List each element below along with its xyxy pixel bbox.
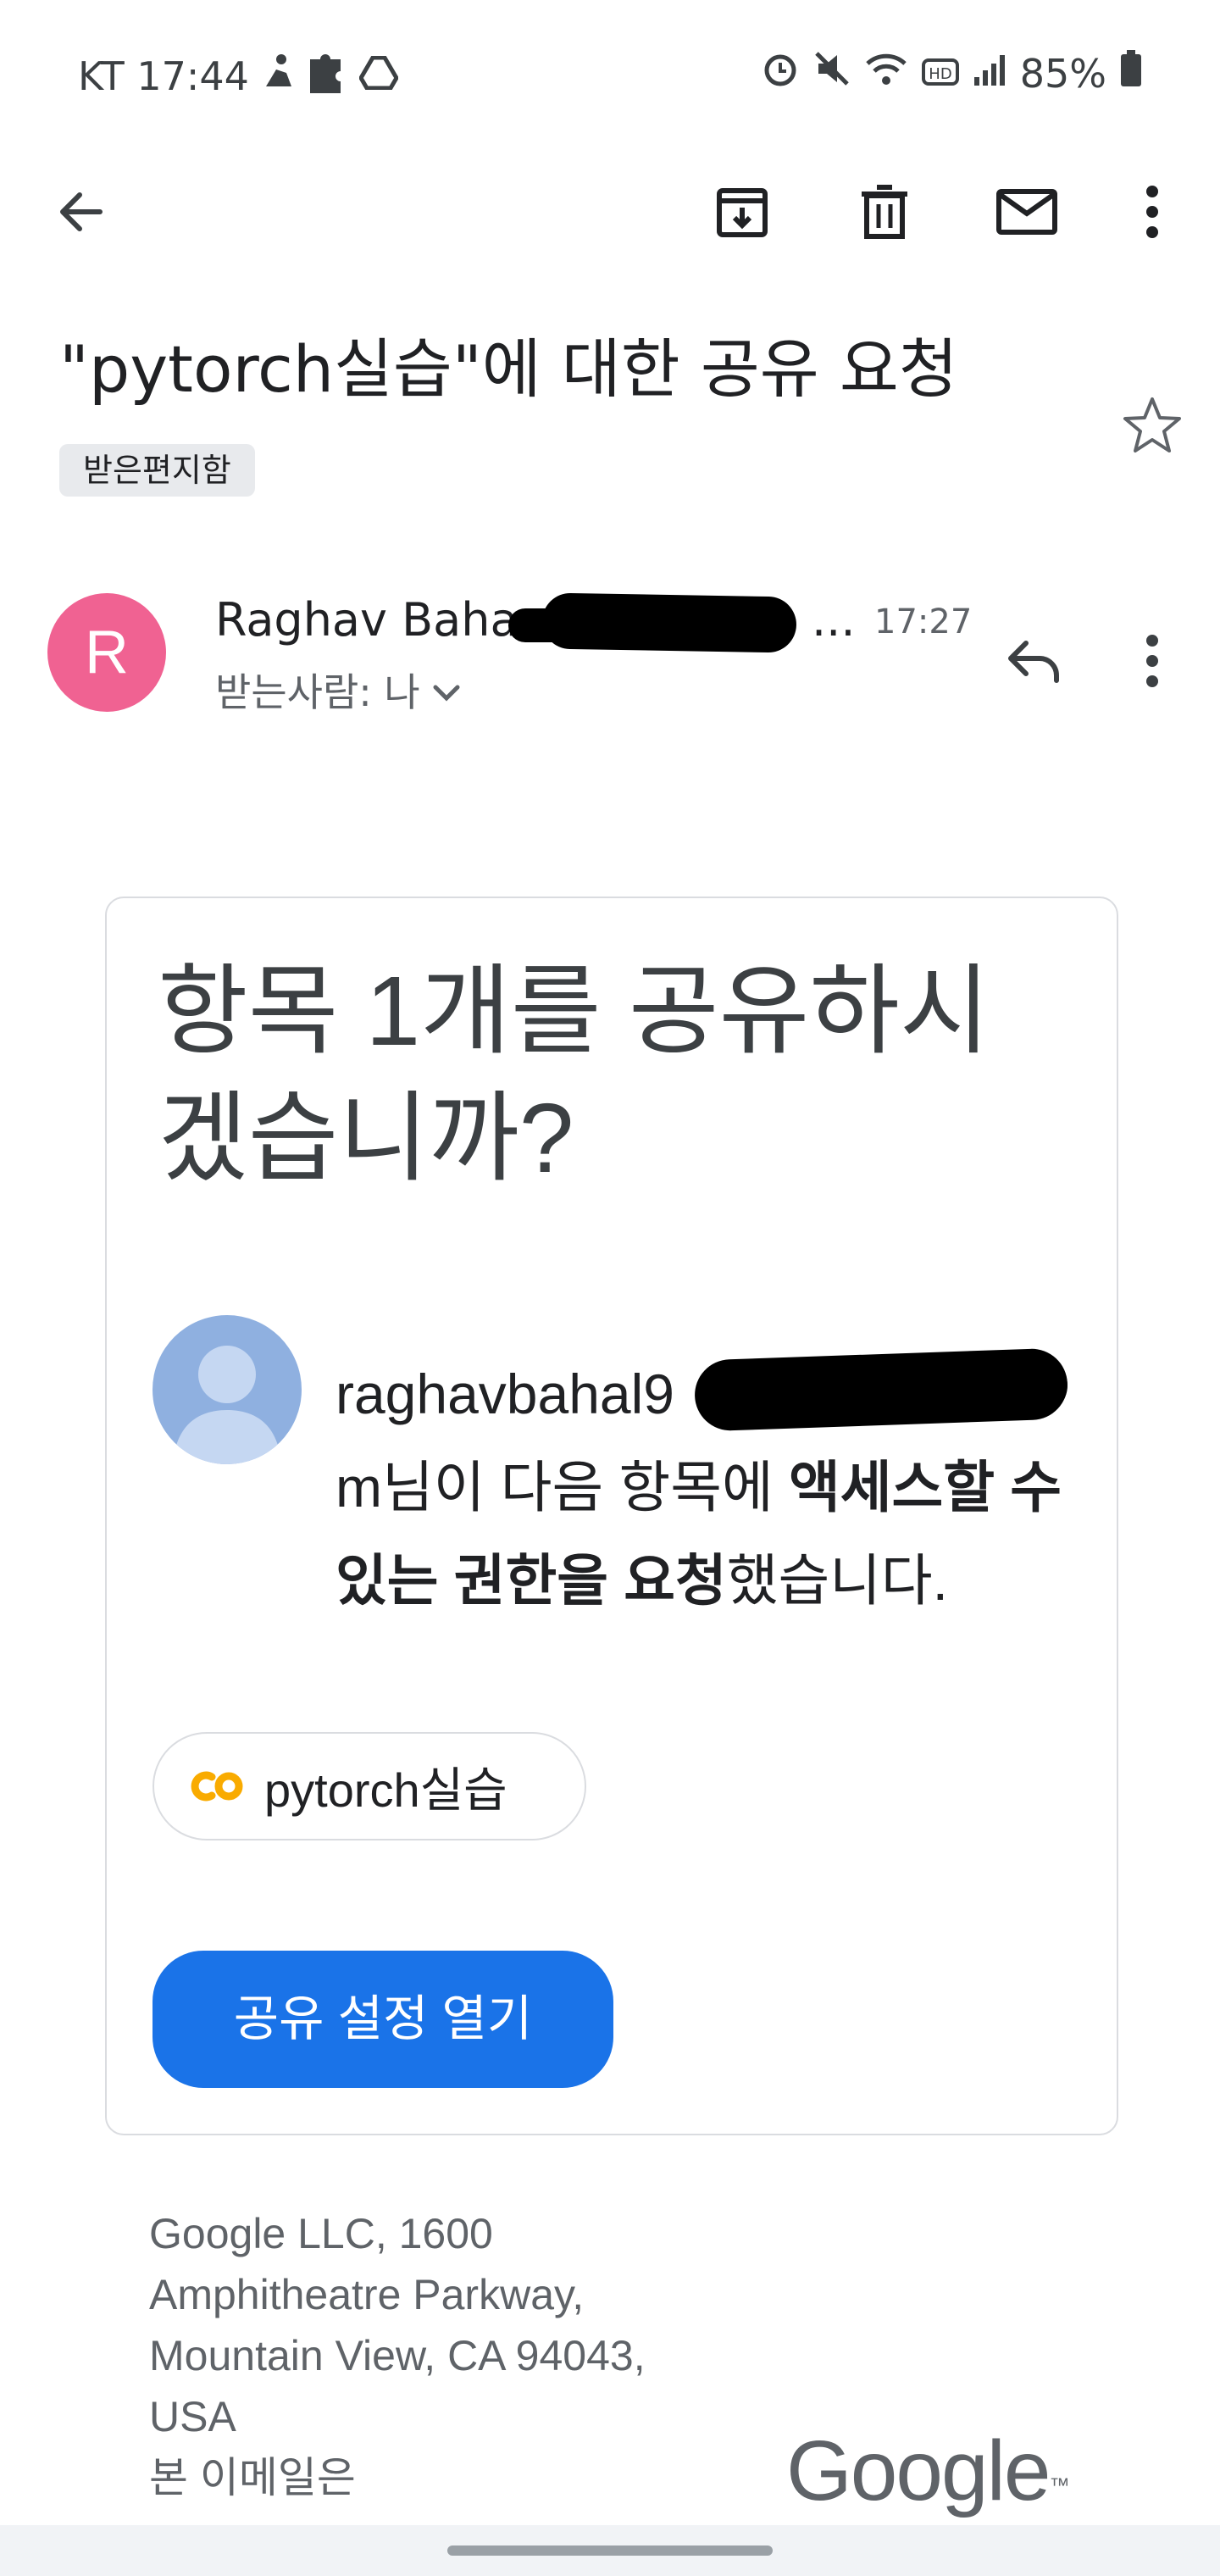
archive-icon xyxy=(717,188,768,237)
more-vert-icon xyxy=(1146,186,1158,238)
inbox-label-chip[interactable]: 받은편지함 xyxy=(59,444,255,497)
star-icon xyxy=(1123,397,1181,452)
delete-button[interactable] xyxy=(834,161,935,263)
chevron-down-icon xyxy=(433,685,460,702)
back-button[interactable] xyxy=(30,161,132,263)
footer-address: Google LLC, 1600 Amphitheatre Parkway, M… xyxy=(149,2210,646,2501)
wifi-icon xyxy=(864,50,908,97)
status-bar: KT 17:44 HD 85% xyxy=(0,0,1220,144)
mark-unread-button[interactable] xyxy=(976,161,1078,263)
top-app-bar xyxy=(0,161,1220,263)
star-button[interactable] xyxy=(1110,383,1195,468)
file-name: pytorch실습 xyxy=(264,1763,507,1817)
redaction-mark xyxy=(541,592,797,653)
mark-unread-icon xyxy=(996,189,1057,235)
person-icon xyxy=(173,1346,281,1464)
hd-icon: HD xyxy=(921,51,959,97)
card-title: 항목 1개를 공유하시겠습니까? xyxy=(158,956,990,1193)
reply-button[interactable] xyxy=(983,610,1084,712)
email-time: 17:27 xyxy=(874,602,973,641)
file-chip[interactable]: pytorch실습 xyxy=(152,1732,586,1840)
message-more-button[interactable] xyxy=(1110,610,1195,712)
delete-icon xyxy=(862,185,907,239)
recipient-text: 받는사람: 나 xyxy=(215,669,420,715)
requester-email: raghavbahal9 xyxy=(336,1363,674,1425)
requester-avatar xyxy=(152,1315,302,1464)
battery-percent: 85% xyxy=(1019,50,1106,97)
recipient-toggle[interactable]: 받는사람: 나 xyxy=(215,663,461,722)
carrier-time: KT 17:44 xyxy=(78,53,249,99)
more-options-button[interactable] xyxy=(1101,161,1203,263)
colab-icon xyxy=(191,1771,243,1802)
email-subject: "pytorch실습"에 대한 공유 요청 xyxy=(59,331,958,407)
sender-name-ellipsis: ... xyxy=(812,593,856,647)
battery-icon xyxy=(1120,50,1142,97)
pilates-icon xyxy=(261,53,295,99)
sender-name[interactable]: Raghav Baha xyxy=(215,586,518,654)
sender-avatar[interactable]: R xyxy=(47,593,166,712)
more-vert-icon xyxy=(1146,635,1158,687)
drive-icon xyxy=(358,53,399,99)
open-sharing-settings-button[interactable]: 공유 설정 열기 xyxy=(152,1951,613,2088)
back-arrow-icon xyxy=(60,192,103,231)
alarm-icon xyxy=(761,49,800,97)
puzzle-icon xyxy=(307,49,347,103)
archive-button[interactable] xyxy=(691,161,793,263)
svg-text:HD: HD xyxy=(929,65,951,83)
google-logo: Google™ xyxy=(786,2423,1070,2518)
reply-icon xyxy=(1008,641,1059,683)
mute-icon xyxy=(813,50,851,97)
redaction-mark xyxy=(847,1356,1068,1415)
home-gesture-handle[interactable] xyxy=(447,2545,773,2556)
signal-icon xyxy=(973,51,1006,97)
